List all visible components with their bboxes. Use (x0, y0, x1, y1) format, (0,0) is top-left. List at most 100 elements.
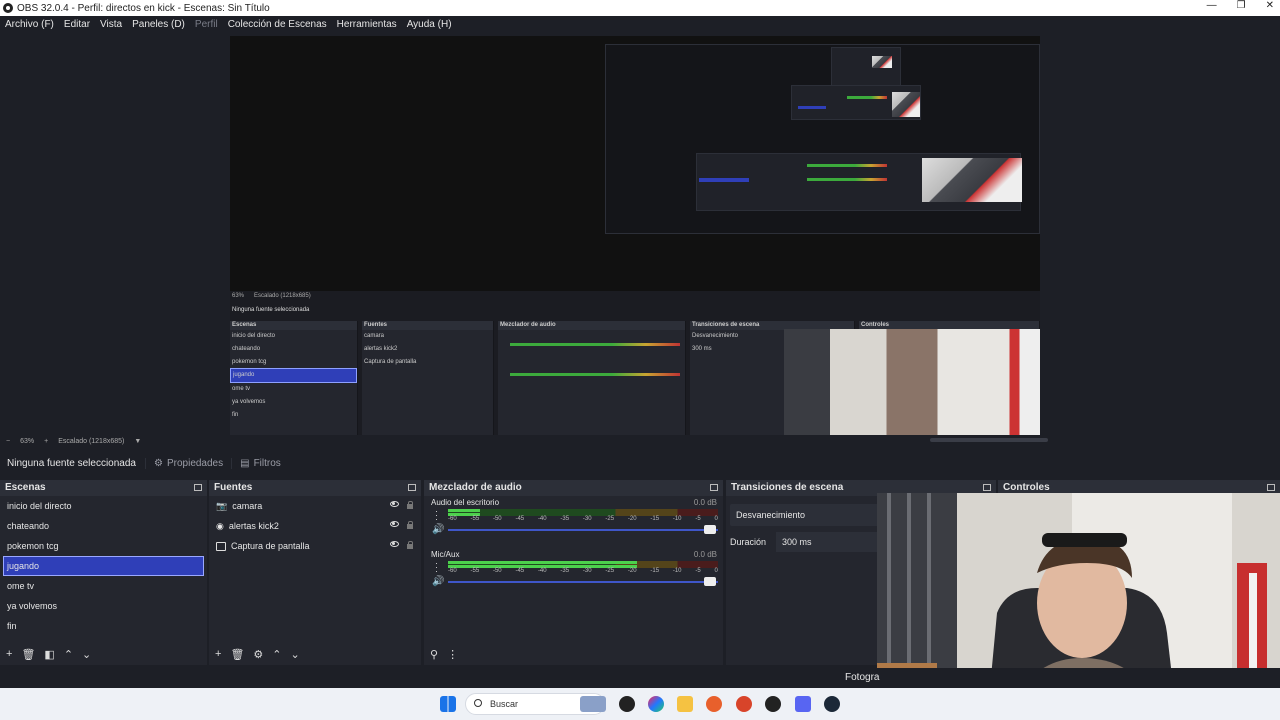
volume-slider[interactable] (448, 577, 718, 586)
meter-tick-label: -30 (582, 568, 592, 574)
scene-item[interactable]: inicio del directo (0, 496, 207, 516)
mixer-channel-desktop: Audio del escritorio 0.0 dB · · · -60 -55 -5… (424, 496, 723, 548)
meter-tick-label: -60 (448, 568, 457, 574)
properties-label: Propiedades (166, 457, 224, 469)
meter-tick-label: -10 (672, 516, 682, 522)
copilot-icon[interactable] (648, 696, 664, 712)
browser-app-icon[interactable] (736, 696, 752, 712)
obs-logo-icon (3, 3, 13, 13)
source-properties-gear-icon[interactable]: ⚙ (253, 648, 263, 661)
volume-meter (448, 509, 718, 516)
close-button[interactable]: ✕ (1266, 0, 1274, 11)
menu-archivo[interactable]: Archivo (F) (0, 19, 59, 30)
nested-scenes-panel: Escenas inicio del directo chateando pok… (230, 321, 358, 436)
menu-ayuda[interactable]: Ayuda (H) (402, 19, 457, 30)
widgets-icon[interactable] (580, 696, 606, 712)
discord-icon[interactable] (795, 696, 811, 712)
source-item-camara[interactable]: 📷 camara (209, 496, 421, 516)
meter-tick-label: -25 (605, 516, 615, 522)
zoom-plus-button[interactable]: + (44, 438, 48, 445)
add-source-button[interactable]: + (215, 648, 221, 660)
menu-vista[interactable]: Vista (95, 19, 127, 30)
lock-icon[interactable] (407, 521, 413, 529)
menu-perfil[interactable]: Perfil (190, 19, 223, 30)
source-toolbar: Ninguna fuente seleccionada ⚙ Propiedade… (0, 452, 1280, 474)
undock-icon[interactable] (408, 484, 416, 491)
visibility-eye-icon[interactable] (390, 521, 399, 527)
speaker-icon[interactable]: 🔊 (432, 576, 444, 587)
zoom-minus-button[interactable]: − (6, 438, 10, 445)
scene-item-selected[interactable]: jugando (3, 556, 204, 576)
meter-tick-label: -15 (650, 568, 660, 574)
visibility-eye-icon[interactable] (390, 501, 399, 507)
maximize-button[interactable]: ❐ (1237, 0, 1246, 11)
volume-meter-fill (448, 561, 637, 564)
nested-scene-0: inicio del directo (232, 333, 276, 339)
properties-button[interactable]: ⚙ Propiedades (145, 457, 231, 469)
search-icon (474, 699, 482, 707)
add-scene-button[interactable]: + (6, 648, 12, 660)
channel-name: Audio del escritorio (431, 498, 500, 507)
obs-taskbar-icon[interactable] (765, 696, 781, 712)
menu-coleccion-escenas[interactable]: Colección de Escenas (223, 19, 332, 30)
undock-icon[interactable] (194, 484, 202, 491)
volume-slider-knob[interactable] (704, 577, 716, 586)
mixer-header: Mezclador de audio (424, 480, 723, 496)
nested-controls-panel: Controles (784, 321, 1040, 436)
nested-scene-3: jugando (230, 368, 357, 384)
move-up-icon[interactable]: ⌃ (64, 648, 73, 661)
channel-menu-icon[interactable]: · · · (435, 507, 438, 524)
meter-tick-label: -40 (537, 568, 547, 574)
move-down-icon[interactable]: ⌄ (82, 648, 91, 661)
scene-item[interactable]: fin (0, 616, 207, 636)
scene-item[interactable]: ya volvemos (0, 596, 207, 616)
scaling-label[interactable]: Escalado (1218x685) (58, 438, 124, 445)
zoom-level[interactable]: 63% (20, 438, 34, 445)
source-item-captura[interactable]: Captura de pantalla (209, 536, 421, 556)
mixer-menu-icon[interactable]: ⋮ (447, 648, 458, 661)
source-item-alertas[interactable]: ◉ alertas kick2 (209, 516, 421, 536)
volume-slider[interactable] (448, 525, 718, 534)
undock-icon[interactable] (1267, 484, 1275, 491)
mixer-channel-mic: Mic/Aux 0.0 dB · · · -60 -55 -50 -45 -40 -35 -30… (424, 548, 723, 600)
remove-scene-trash-icon[interactable]: 🗑 (21, 648, 35, 661)
meter-ticks: -60 -55 -50 -45 -40 -35 -30 -25 -20 -15 -10 -5 0 (448, 568, 718, 576)
app-icon[interactable] (619, 696, 635, 712)
move-down-icon[interactable]: ⌄ (291, 648, 300, 661)
meter-tick-label: -25 (605, 568, 615, 574)
filters-button[interactable]: ▤ Filtros (231, 457, 289, 469)
scene-item[interactable]: chateando (0, 516, 207, 536)
scene-item[interactable]: ome tv (0, 576, 207, 596)
menu-paneles[interactable]: Paneles (D) (127, 19, 190, 30)
remove-source-trash-icon[interactable]: 🗑 (230, 648, 244, 661)
channel-menu-icon[interactable]: · · · (435, 559, 438, 576)
filter-icon: ▤ (240, 457, 250, 469)
visibility-eye-icon[interactable] (390, 541, 399, 547)
windows-start-icon[interactable] (440, 696, 456, 712)
firefox-icon[interactable] (706, 696, 722, 712)
preview-canvas[interactable]: 63% Escalado (1218x685) Ninguna fuente s… (230, 36, 1040, 436)
sources-list: 📷 camara ◉ alertas kick2 Captura de pant… (209, 496, 421, 556)
display-icon (216, 541, 226, 551)
undock-icon[interactable] (983, 484, 991, 491)
menu-herramientas[interactable]: Herramientas (332, 19, 402, 30)
move-up-icon[interactable]: ⌃ (272, 648, 281, 661)
minimize-button[interactable]: — (1207, 0, 1217, 11)
scaling-dropdown-icon[interactable]: ▼ (134, 438, 141, 445)
volume-slider-knob[interactable] (704, 525, 716, 534)
nested-level-4 (831, 47, 901, 87)
scene-filters-icon[interactable]: ◧ (44, 648, 54, 661)
nested-mixer-title: Mezclador de audio (498, 321, 685, 330)
steam-icon[interactable] (824, 696, 840, 712)
scene-item[interactable]: pokemon tcg (0, 536, 207, 556)
menu-editar[interactable]: Editar (59, 19, 95, 30)
undock-icon[interactable] (710, 484, 718, 491)
file-explorer-icon[interactable] (677, 696, 693, 712)
speaker-icon[interactable]: 🔊 (432, 524, 444, 535)
nested-scene-1: chateando (232, 345, 261, 352)
mixer-toolbar: ⚲ ⋮ (424, 643, 723, 665)
advanced-audio-link-icon[interactable]: ⚲ (430, 648, 438, 661)
lock-icon[interactable] (407, 541, 413, 549)
lock-icon[interactable] (407, 501, 413, 509)
preview-horizontal-scrollbar[interactable] (930, 438, 1048, 442)
